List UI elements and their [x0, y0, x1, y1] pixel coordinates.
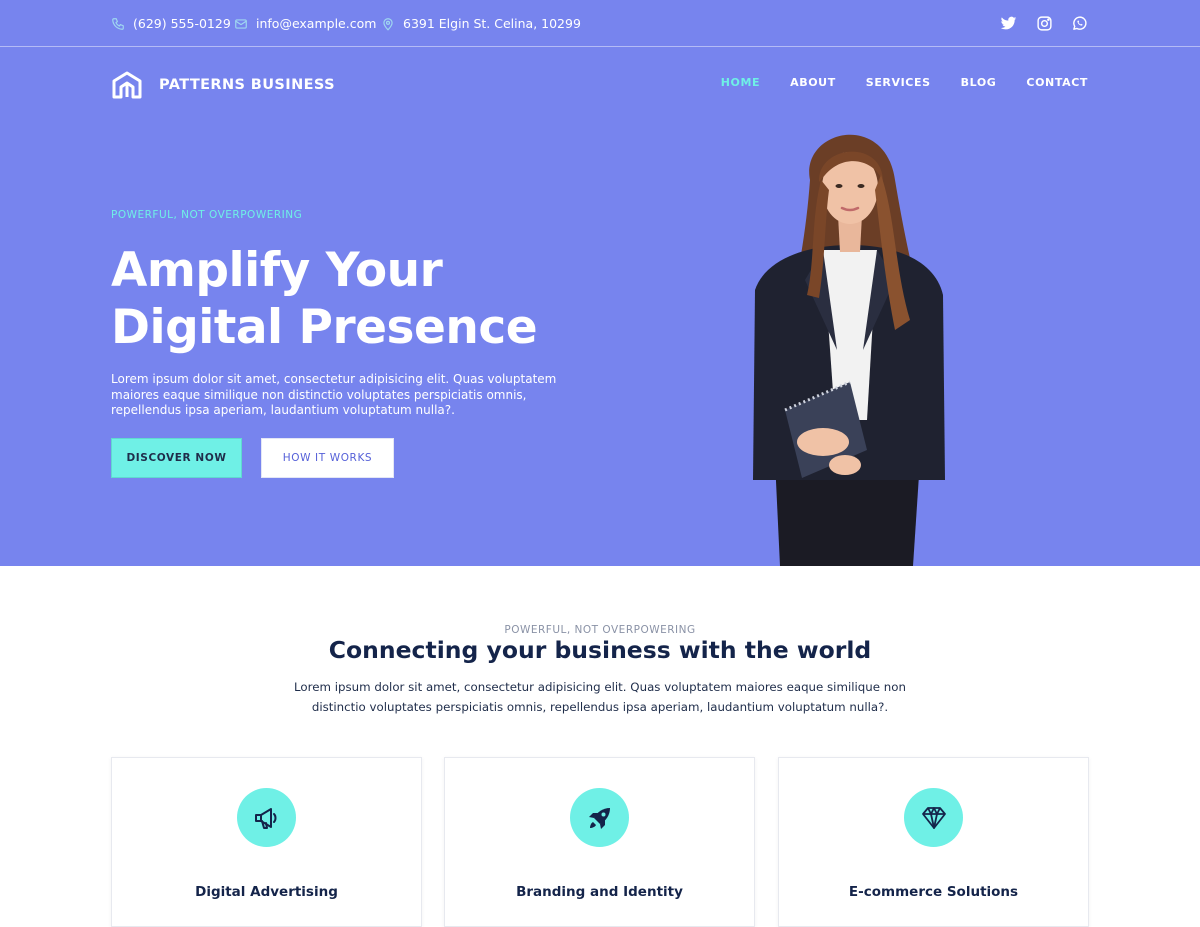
nav-blog[interactable]: BLOG	[961, 76, 997, 89]
logo-text: PATTERNS BUSINESS	[159, 77, 335, 93]
service-card-branding-identity[interactable]: Branding and Identity	[444, 757, 755, 927]
card-title: Branding and Identity	[516, 884, 683, 900]
service-card-digital-advertising[interactable]: Digital Advertising	[111, 757, 422, 927]
phone-contact[interactable]: (629) 555-0129	[111, 0, 231, 47]
section-eyebrow: POWERFUL, NOT OVERPOWERING	[504, 624, 696, 636]
nav-contact[interactable]: CONTACT	[1026, 76, 1088, 89]
phone-number: (629) 555-0129	[133, 16, 231, 31]
diamond-icon	[921, 806, 946, 829]
how-it-works-button[interactable]: HOW IT WORKS	[261, 438, 394, 478]
card-icon-circle	[237, 788, 296, 847]
top-bar: (629) 555-0129 info@example.com 6391 Elg…	[0, 0, 1200, 47]
card-title: Digital Advertising	[195, 884, 338, 900]
nav-about[interactable]: ABOUT	[790, 76, 836, 89]
instagram-link[interactable]	[1036, 0, 1053, 47]
whatsapp-icon	[1073, 16, 1087, 30]
phone-icon	[112, 17, 124, 30]
hero-headline-line-1: Amplify Your	[111, 243, 443, 298]
nav-home[interactable]: HOME	[721, 76, 760, 89]
discover-now-button[interactable]: DISCOVER NOW	[111, 438, 242, 478]
twitter-icon	[1000, 16, 1017, 30]
logo-icon	[112, 71, 142, 99]
hero-headline-line-2: Digital Presence	[111, 300, 538, 355]
megaphone-icon	[254, 807, 276, 829]
email-contact[interactable]: info@example.com	[234, 0, 376, 47]
envelope-icon	[235, 18, 247, 29]
hero-section: (629) 555-0129 info@example.com 6391 Elg…	[0, 0, 1200, 566]
hero-eyebrow: POWERFUL, NOT OVERPOWERING	[111, 209, 303, 221]
hero-headline: Amplify Your Digital Presence	[111, 242, 631, 356]
card-icon-circle	[904, 788, 963, 847]
section-title: Connecting your business with the world	[328, 636, 872, 664]
email-address: info@example.com	[256, 16, 377, 31]
hero-description: Lorem ipsum dolor sit amet, consectetur …	[111, 372, 557, 417]
rocket-icon	[588, 807, 610, 829]
street-address: 6391 Elgin St. Celina, 10299	[403, 16, 581, 31]
service-card-ecommerce[interactable]: E-commerce Solutions	[778, 757, 1089, 927]
hero-person-image	[753, 134, 945, 566]
card-icon-circle	[570, 788, 629, 847]
site-logo[interactable]: PATTERNS BUSINESS	[111, 69, 335, 101]
main-nav: HOME ABOUT SERVICES BLOG CONTACT	[721, 76, 1088, 89]
section-description: Lorem ipsum dolor sit amet, consectetur …	[294, 680, 906, 714]
card-title: E-commerce Solutions	[848, 884, 1019, 900]
twitter-link[interactable]	[1000, 0, 1017, 47]
address-contact: 6391 Elgin St. Celina, 10299	[381, 0, 581, 47]
map-pin-icon	[383, 17, 393, 30]
nav-services[interactable]: SERVICES	[866, 76, 931, 89]
instagram-icon	[1037, 16, 1052, 31]
whatsapp-link[interactable]	[1071, 0, 1088, 47]
